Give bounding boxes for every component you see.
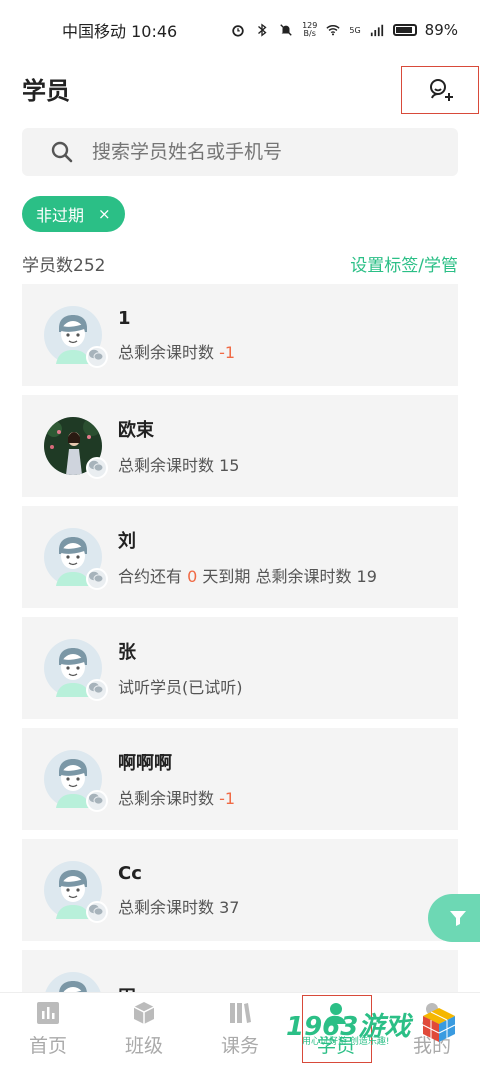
nav-course-label: 课务: [220, 1035, 259, 1057]
highlight-value: -1: [219, 342, 236, 362]
status-icons: 129 B/s 5G 89%: [230, 21, 458, 39]
watermark-logo: 1963游戏 用心玩好游 创造乐趣!: [286, 1002, 462, 1047]
mute-bell-icon: [280, 24, 292, 36]
nav-class[interactable]: 班级: [96, 993, 192, 1066]
close-icon[interactable]: ×: [98, 205, 111, 223]
avatar: [44, 528, 108, 590]
student-name: 1: [118, 307, 131, 329]
add-user-icon: [430, 79, 453, 101]
student-card[interactable]: 张试听学员(已试听): [22, 617, 458, 719]
battery-icon: [392, 24, 417, 36]
funnel-icon: [450, 911, 466, 926]
wechat-badge: [86, 568, 108, 590]
student-count: 学员数252: [22, 255, 106, 276]
student-name: Cc: [118, 862, 142, 884]
student-card[interactable]: 啊啊啊总剩余课时数 -1: [22, 728, 458, 830]
wechat-icon: [89, 904, 104, 916]
wechat-badge: [86, 457, 108, 479]
student-detail: 总剩余课时数 15: [118, 452, 239, 476]
signal-type: 5G: [349, 25, 361, 35]
student-info: 刘合约还有 0 天到期 总剩余课时数 19: [118, 527, 377, 587]
watermark-subtext: 用心玩好游 创造乐趣!: [302, 1037, 390, 1047]
status-bar: 中国移动 10:46 129 B/s 5G 89%: [0, 0, 480, 60]
student-list: 1 总剩余课时数 -1 欧束总剩余课时数 15 刘合约还有 0 天到期 总剩余课时…: [22, 284, 458, 1061]
highlight-value: -1: [219, 789, 236, 808]
search-input[interactable]: [92, 141, 412, 163]
filter-chip-label: 非过期: [36, 206, 85, 225]
rubik-cube-icon: [422, 1008, 456, 1042]
student-detail: 试听学员(已试听): [118, 674, 243, 698]
student-name: 啊啊啊: [118, 753, 172, 774]
count-row: 学员数252 设置标签/学管: [22, 250, 458, 276]
detail-text: 总剩余课时数: [118, 789, 220, 808]
wifi-icon: [326, 25, 340, 36]
avatar: [44, 750, 108, 812]
detail-text: 试听学员(已试听): [118, 678, 243, 697]
student-name: 欧束: [118, 420, 154, 441]
wechat-icon: [89, 793, 104, 805]
filter-fab-button[interactable]: [428, 894, 480, 942]
detail-text: 总剩余课时数: [118, 342, 220, 362]
nav-home[interactable]: 首页: [0, 993, 96, 1066]
avatar: [44, 861, 108, 923]
signal-icon: [370, 24, 383, 37]
books-icon: [230, 1003, 251, 1023]
wechat-badge: [86, 901, 108, 923]
search-bar[interactable]: [22, 128, 458, 176]
nav-course[interactable]: 课务: [192, 993, 288, 1066]
wechat-icon: [89, 349, 104, 361]
student-card[interactable]: Cc 总剩余课时数 37: [22, 839, 458, 941]
net-speed: 129 B/s: [302, 22, 317, 38]
student-card[interactable]: 欧束总剩余课时数 15: [22, 395, 458, 497]
cube-icon: [133, 1002, 155, 1024]
student-name: 刘: [118, 531, 136, 552]
net-speed-unit: B/s: [303, 29, 316, 38]
alarm-icon: [232, 25, 244, 37]
bluetooth-icon: [258, 23, 267, 37]
student-info: 1 总剩余课时数 -1: [118, 308, 235, 363]
wechat-badge: [86, 679, 108, 701]
highlight-value: 0: [187, 567, 198, 586]
header: 学员: [0, 62, 480, 114]
wechat-icon: [89, 460, 104, 472]
add-student-button[interactable]: [401, 66, 479, 114]
student-info: 欧束总剩余课时数 15: [118, 416, 239, 476]
student-detail: 总剩余课时数 -1: [118, 339, 235, 363]
student-detail: 合约还有 0 天到期 总剩余课时数 19: [118, 563, 377, 587]
detail-text: 总剩余课时数 37: [118, 897, 240, 917]
wechat-badge: [86, 790, 108, 812]
detail-text: 合约还有: [118, 567, 188, 586]
nav-home-label: 首页: [28, 1035, 67, 1057]
student-name: 张: [118, 642, 136, 663]
avatar: [44, 639, 108, 701]
nav-class-label: 班级: [124, 1035, 163, 1057]
page-title: 学员: [22, 76, 70, 105]
search-icon: [51, 141, 73, 163]
student-detail: 总剩余课时数 -1: [118, 785, 235, 809]
wechat-icon: [89, 571, 104, 583]
avatar: [44, 417, 108, 479]
carrier-time: 中国移动 10:46: [62, 22, 178, 41]
avatar: [44, 306, 108, 368]
chart-icon: [37, 1002, 59, 1024]
student-info: 张试听学员(已试听): [118, 638, 243, 698]
student-card[interactable]: 1 总剩余课时数 -1: [22, 284, 458, 386]
wechat-badge: [86, 346, 108, 368]
student-card[interactable]: 刘合约还有 0 天到期 总剩余课时数 19: [22, 506, 458, 608]
settings-tag-link[interactable]: 设置标签/学管: [350, 251, 458, 276]
filter-chip-not-expired[interactable]: 非过期 ×: [22, 196, 125, 232]
battery-percent: 89%: [424, 21, 458, 39]
student-info: Cc 总剩余课时数 37: [118, 863, 239, 918]
detail-text: 天到期 总剩余课时数 19: [197, 567, 377, 586]
student-info: 啊啊啊总剩余课时数 -1: [118, 749, 235, 809]
wechat-icon: [89, 682, 104, 694]
student-detail: 总剩余课时数 37: [118, 894, 239, 918]
detail-text: 总剩余课时数 15: [118, 456, 240, 475]
